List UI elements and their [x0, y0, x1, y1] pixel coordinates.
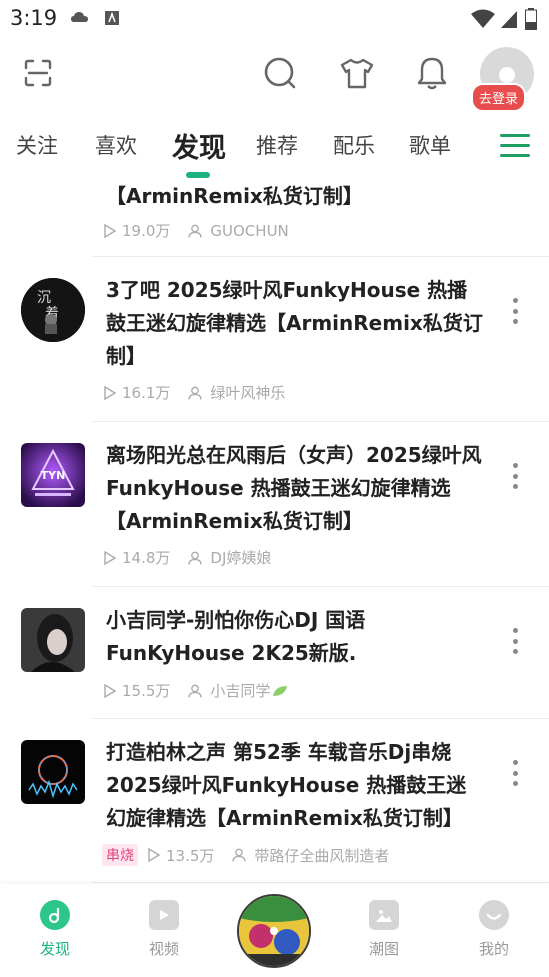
login-badge[interactable]: 去登录 [471, 83, 527, 112]
play-count: 13.5万 [166, 846, 215, 865]
author-name[interactable]: 绿叶风神乐 [210, 382, 285, 403]
divider [92, 718, 549, 719]
scan-icon[interactable] [15, 50, 61, 96]
more-options-icon[interactable] [505, 628, 525, 654]
cover-image [21, 740, 85, 804]
feed-list: 【ArminRemix私货订制】 19.0万 GUOCHUN 沉 着 3了吧 2… [0, 178, 549, 884]
author-name[interactable]: DJ婷姨娘 [210, 547, 271, 568]
video-icon [149, 900, 179, 930]
search-icon[interactable] [257, 50, 303, 96]
play-count: 19.0万 [122, 222, 171, 240]
nav-images[interactable]: 潮图 [349, 900, 419, 959]
user-icon [188, 224, 203, 238]
item-title: 小吉同学-别怕你伤心DJ 国语FunKyHouse 2K25新版. [106, 608, 366, 665]
wifi-icon [471, 9, 495, 33]
tab-playlist[interactable]: 歌单 [409, 130, 451, 160]
tab-bgm[interactable]: 配乐 [333, 130, 375, 160]
status-time: 3:19 [10, 6, 58, 30]
nav-label: 视频 [148, 940, 179, 958]
shirt-icon[interactable] [334, 50, 380, 96]
profile-icon [479, 900, 509, 930]
category-tabs: 关注 喜欢 发现 推荐 配乐 歌单 [0, 118, 549, 178]
author-name[interactable]: 带路仔全曲风制造者 [254, 845, 389, 866]
nav-video[interactable]: 视频 [129, 900, 199, 959]
bell-icon[interactable] [409, 50, 455, 96]
item-title: 打造柏林之声 第52季 车载音乐Dj串烧2025绿叶风FunkyHouse 热播… [106, 740, 467, 830]
cloud-icon [70, 10, 90, 30]
play-count-icon [104, 550, 116, 565]
cover-image: 沉 着 [21, 278, 85, 342]
cover-text: TYN [41, 469, 66, 482]
author-name[interactable]: 小吉同学 [210, 680, 270, 701]
status-bar: 3:19 [0, 0, 549, 40]
tab-discover[interactable]: 发现 [172, 126, 226, 165]
top-bar: 去登录 [0, 40, 549, 112]
item-title: 离场阳光总在风雨后（女声）2025绿叶风FunkyHouse 热播鼓王迷幻旋律精… [106, 443, 482, 533]
leaf-badge-icon [273, 685, 288, 696]
more-options-icon[interactable] [505, 760, 525, 786]
battery-icon [525, 8, 537, 34]
now-playing-disc[interactable] [237, 894, 311, 968]
nav-label: 发现 [39, 940, 70, 958]
play-count-icon [104, 223, 116, 238]
discover-icon [40, 900, 70, 930]
nav-label: 潮图 [368, 940, 399, 958]
menu-icon[interactable] [500, 134, 530, 158]
more-options-icon[interactable] [505, 298, 525, 324]
tab-recommend[interactable]: 推荐 [256, 130, 298, 160]
bottom-nav: 发现 视频 潮图 我的 [0, 884, 549, 977]
play-count-icon [104, 385, 116, 400]
user-icon [188, 386, 203, 400]
nav-label: 我的 [478, 940, 509, 958]
divider [92, 256, 549, 257]
image-icon [369, 900, 399, 930]
more-options-icon[interactable] [505, 463, 525, 489]
play-count-icon [148, 848, 160, 862]
cover-image [21, 608, 85, 672]
divider [92, 882, 549, 883]
user-icon [232, 848, 247, 862]
login-avatar[interactable]: 去登录 [471, 47, 537, 112]
cover-image: TYN [21, 443, 85, 507]
nav-profile[interactable]: 我的 [459, 900, 529, 959]
divider [92, 421, 549, 422]
user-icon [188, 551, 203, 565]
item-title: 【ArminRemix私货订制】 [106, 184, 363, 208]
author-name[interactable]: GUOCHUN [210, 222, 288, 240]
tab-like[interactable]: 喜欢 [95, 130, 137, 160]
play-count-icon [104, 683, 116, 698]
signal-icon [501, 9, 519, 33]
tab-follow[interactable]: 关注 [16, 130, 58, 160]
app-a-icon [104, 10, 120, 30]
nav-discover[interactable]: 发现 [20, 900, 90, 959]
svg-text:沉: 沉 [37, 290, 51, 306]
category-tag[interactable]: 串烧 [102, 844, 138, 866]
play-count: 14.8万 [122, 549, 171, 567]
play-count: 15.5万 [122, 682, 171, 700]
item-title: 3了吧 2025绿叶风FunkyHouse 热播鼓王迷幻旋律精选【ArminRe… [106, 278, 483, 368]
divider [92, 586, 549, 587]
user-icon [188, 684, 203, 698]
play-count: 16.1万 [122, 384, 171, 402]
